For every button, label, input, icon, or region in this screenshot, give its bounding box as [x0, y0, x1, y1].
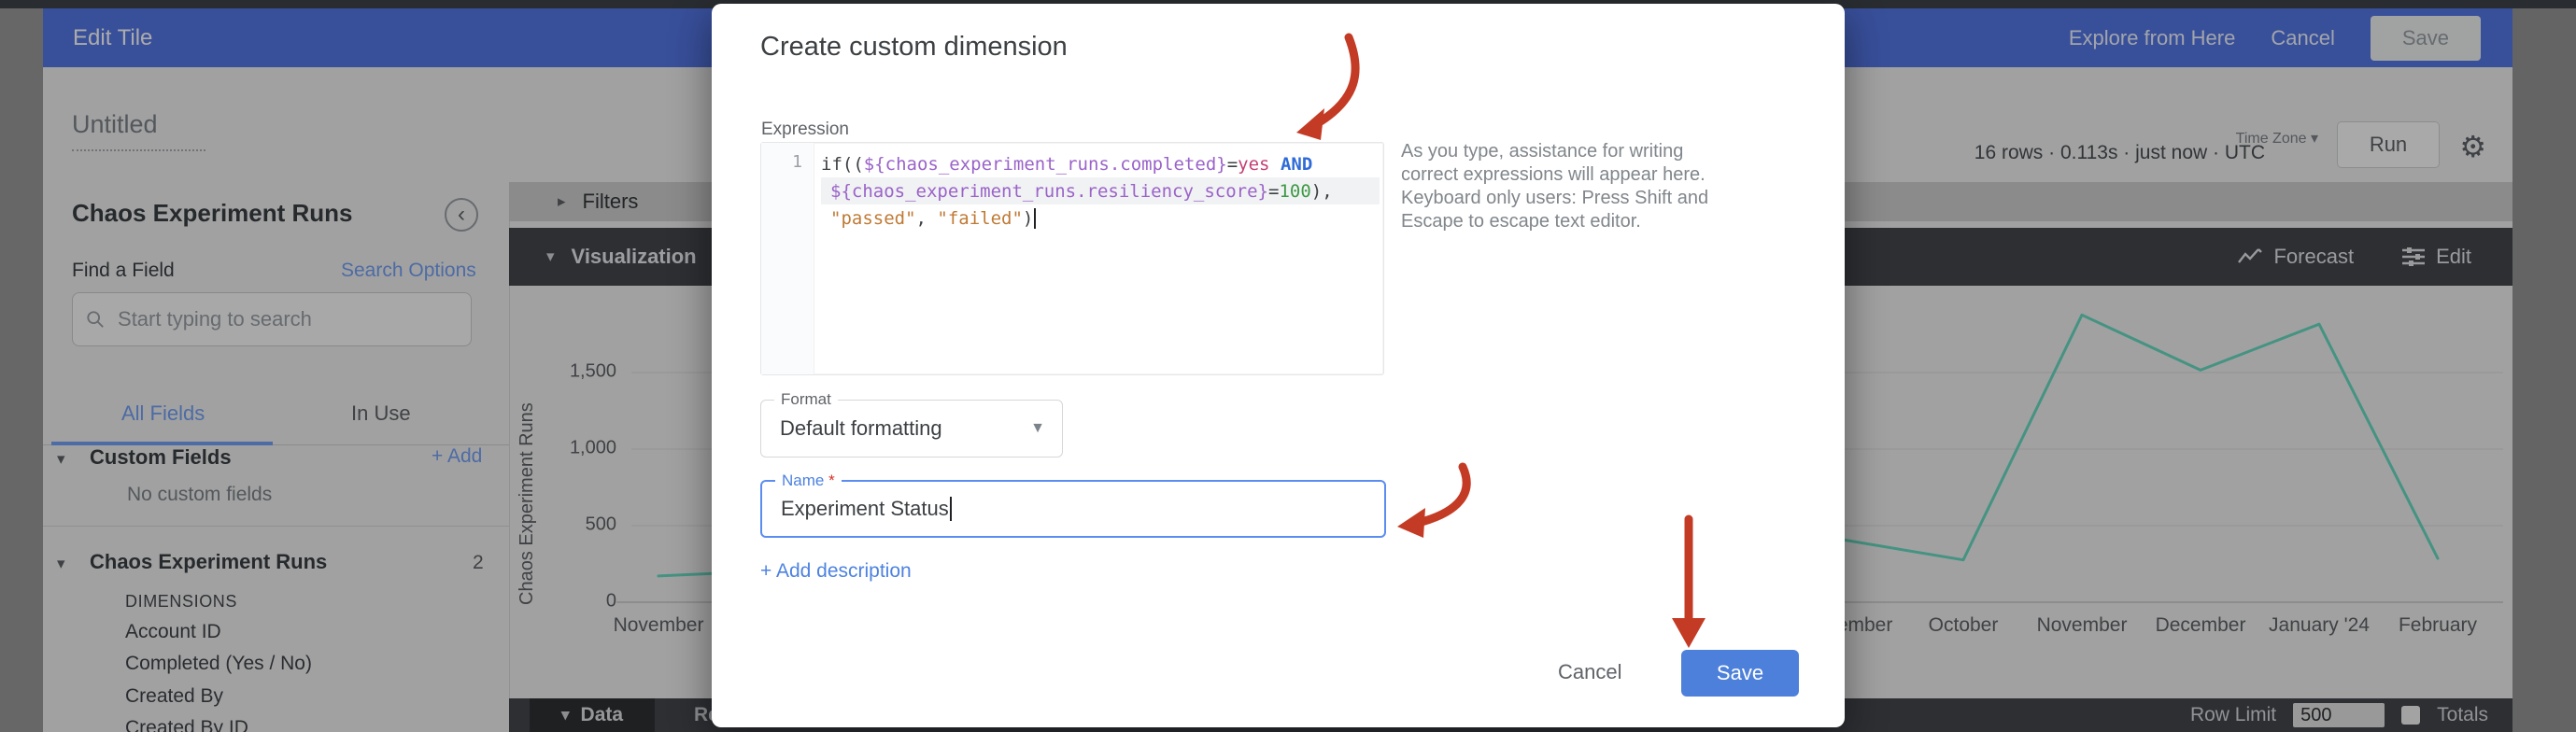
format-select[interactable]: Format Default formatting ▼	[760, 400, 1063, 458]
dialog-save-button[interactable]: Save	[1681, 650, 1799, 697]
text-cursor	[1034, 208, 1036, 229]
format-value: Default formatting	[780, 416, 942, 441]
create-custom-dimension-dialog: Create custom dimension Expression 1 if(…	[712, 4, 1845, 727]
name-field[interactable]: Name * Experiment Status	[760, 480, 1386, 538]
editor-gutter: 1	[761, 143, 814, 374]
format-label: Format	[774, 390, 838, 409]
code-row-2: ${chaos_experiment_runs.resiliency_score…	[821, 177, 1380, 204]
code-row-1: if((${chaos_experiment_runs.completed}=y…	[821, 150, 1380, 177]
text-cursor	[950, 497, 952, 521]
expression-label: Expression	[761, 120, 849, 140]
screen: Edit Tile Explore from Here Cancel Save …	[0, 0, 2576, 732]
expression-editor[interactable]: 1 if((${chaos_experiment_runs.completed}…	[760, 142, 1384, 375]
chevron-down-icon: ▼	[1030, 420, 1045, 437]
expression-help-text: As you type, assistance for writing corr…	[1401, 140, 1730, 233]
line-number: 1	[761, 152, 802, 172]
required-asterisk: *	[828, 472, 835, 489]
name-value: Experiment Status	[781, 497, 949, 521]
code-row-3: "passed", "failed")	[821, 204, 1380, 232]
dialog-title: Create custom dimension	[760, 32, 1068, 63]
dialog-cancel-button[interactable]: Cancel	[1558, 660, 1621, 684]
add-description-link[interactable]: + Add description	[760, 560, 912, 583]
name-label: Name *	[775, 472, 842, 490]
